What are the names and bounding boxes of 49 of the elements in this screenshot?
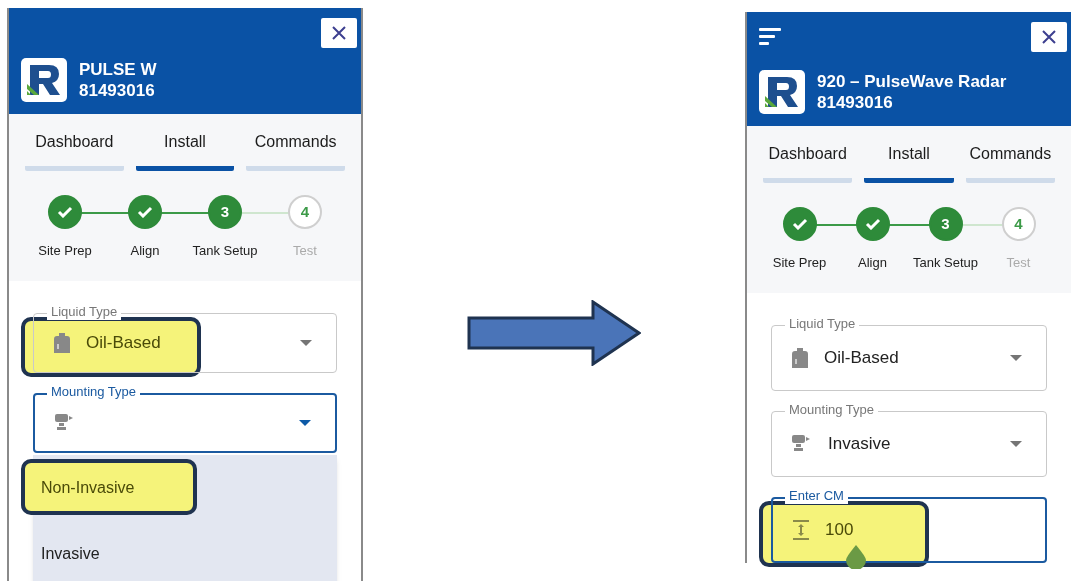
field-value: Oil-Based (824, 346, 900, 369)
field-value: Invasive (828, 432, 892, 455)
step-label: Test (293, 242, 317, 260)
tab[interactable]: Dashboard (25, 126, 124, 171)
device-serial: 81493016 (79, 80, 156, 101)
check-icon (137, 206, 153, 218)
canister-icon (792, 347, 808, 368)
device-serial: 81493016 (817, 92, 894, 113)
check-icon (864, 218, 881, 230)
caret-icon (1010, 354, 1022, 361)
tab[interactable]: Install (864, 138, 954, 183)
menu-option[interactable]: Non-Invasive (33, 459, 143, 516)
check-icon (791, 218, 808, 230)
tab[interactable]: Commands (965, 138, 1055, 183)
cursor-handle-icon (846, 544, 866, 569)
caret-icon (1010, 440, 1022, 447)
canister-icon (54, 332, 70, 353)
step-label: Tank Setup (192, 242, 258, 260)
step-label: Align (858, 254, 887, 272)
close-button[interactable] (321, 18, 357, 48)
check-icon (57, 206, 73, 218)
tab[interactable]: Dashboard (763, 138, 853, 183)
step-indicator: 4 (1001, 207, 1036, 241)
field-value: 100 (825, 518, 855, 541)
step-label: Align (130, 242, 160, 260)
tab[interactable]: Commands (246, 126, 345, 171)
logo-icon (21, 58, 67, 102)
sensor-icon (55, 413, 75, 432)
close-button[interactable] (1031, 22, 1067, 52)
device-title: PULSE W (79, 59, 157, 80)
step-label: Tank Setup (912, 254, 978, 272)
sensor-icon (792, 434, 812, 453)
step-indicator: 4 (288, 195, 322, 229)
caret-icon (300, 339, 312, 346)
step-indicator: 3 (928, 207, 963, 241)
height-icon (793, 519, 809, 540)
logo-icon (759, 70, 805, 114)
menu-icon[interactable] (759, 28, 781, 46)
tab[interactable]: Install (135, 126, 235, 171)
caret-icon (299, 419, 311, 426)
menu-option[interactable]: Invasive (33, 525, 108, 581)
close-icon (1042, 30, 1056, 44)
device-title: 920 – PulseWave Radar (817, 71, 1007, 92)
step-indicator: 3 (208, 195, 242, 229)
step-label: Site Prep (772, 254, 827, 272)
field-value: Oil-Based (86, 331, 162, 354)
step-label: Site Prep (38, 242, 92, 260)
step-label: Test (1006, 254, 1031, 272)
close-icon (332, 26, 346, 40)
